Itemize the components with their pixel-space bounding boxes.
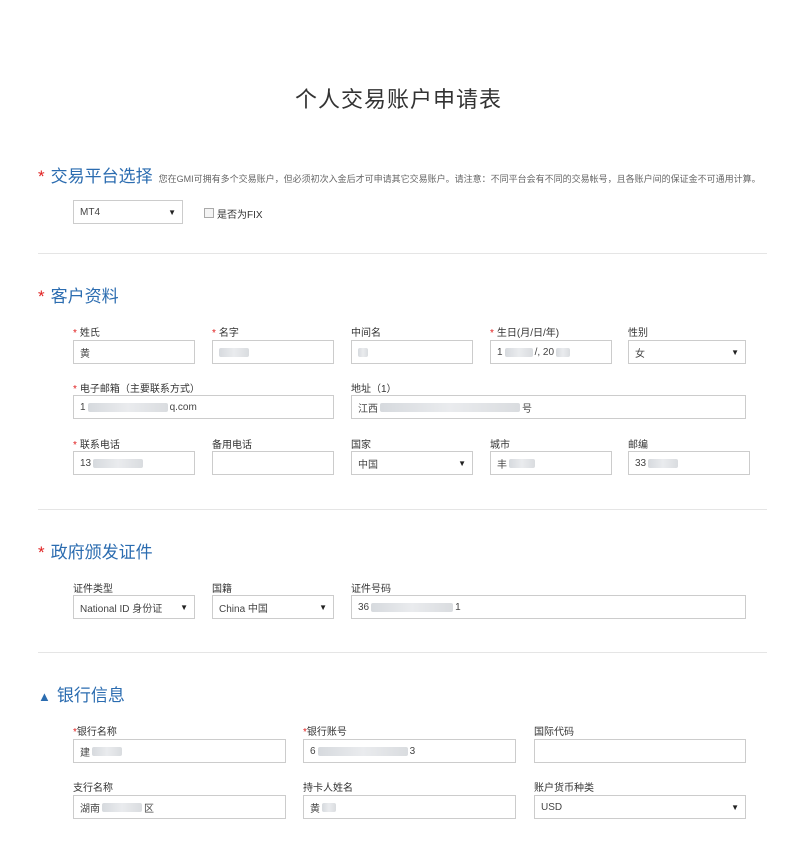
- id-number-label: 证件号码: [351, 584, 391, 595]
- customer-section-heading: * 客户资料: [38, 282, 119, 307]
- middle-name-field[interactable]: [351, 340, 473, 364]
- chevron-down-icon: ▼: [319, 602, 327, 612]
- bank-account-field[interactable]: 63: [303, 739, 516, 763]
- birthday-label: * 生日(月/日/年): [490, 328, 560, 339]
- nationality-select[interactable]: China 中国 ▼: [212, 595, 334, 619]
- zip-field[interactable]: 33: [628, 451, 750, 475]
- holder-label: 持卡人姓名: [303, 783, 353, 794]
- city-field[interactable]: 丰: [490, 451, 612, 475]
- platform-select[interactable]: MT4 ▼: [73, 200, 183, 224]
- intl-code-field[interactable]: [534, 739, 746, 763]
- middle-name-label: 中间名: [351, 328, 381, 339]
- gender-label: 性别: [628, 328, 648, 339]
- branch-label: 支行名称: [73, 783, 113, 794]
- currency-select[interactable]: USD ▼: [534, 795, 746, 819]
- id-number-field[interactable]: 36 1: [351, 595, 746, 619]
- chevron-down-icon: ▼: [731, 802, 739, 812]
- id-type-label: 证件类型: [73, 584, 113, 595]
- city-label: 城市: [490, 440, 510, 451]
- collapse-triangle-icon[interactable]: ▲: [38, 689, 51, 704]
- fix-checkbox-label: 是否为FIX: [217, 210, 263, 221]
- first-name-label: * 名字: [212, 328, 239, 339]
- phone-label: * 联系电话: [73, 440, 120, 451]
- chevron-down-icon: ▼: [180, 602, 188, 612]
- branch-field[interactable]: 湖南区: [73, 795, 286, 819]
- email-field[interactable]: 1 q.com: [73, 395, 334, 419]
- id-type-select[interactable]: National ID 身份证 ▼: [73, 595, 195, 619]
- divider: [38, 253, 767, 254]
- required-marker: *: [38, 167, 45, 186]
- chevron-down-icon: ▼: [458, 458, 466, 468]
- fix-checkbox[interactable]: [204, 208, 214, 218]
- bank-name-field[interactable]: 建: [73, 739, 286, 763]
- chevron-down-icon: ▼: [731, 347, 739, 357]
- alt-phone-label: 备用电话: [212, 440, 252, 451]
- email-label: * 电子邮箱（主要联系方式）: [73, 384, 200, 395]
- first-name-field[interactable]: [212, 340, 334, 364]
- address-field[interactable]: 江西号: [351, 395, 746, 419]
- last-name-field[interactable]: 黄: [73, 340, 195, 364]
- bank-section-heading[interactable]: ▲ 银行信息: [38, 681, 125, 706]
- country-select[interactable]: 中国 ▼: [351, 451, 473, 475]
- divider: [38, 652, 767, 653]
- birthday-field[interactable]: 1/, 20: [490, 340, 612, 364]
- last-name-label: * 姓氏: [73, 328, 100, 339]
- divider: [38, 509, 767, 510]
- nationality-label: 国籍: [212, 584, 232, 595]
- required-marker: *: [38, 543, 45, 562]
- customer-heading-text: 客户资料: [50, 287, 119, 306]
- phone-field[interactable]: 13: [73, 451, 195, 475]
- bank-name-label: *银行名称: [73, 727, 117, 738]
- bank-account-label: *银行账号: [303, 727, 347, 738]
- intl-code-label: 国际代码: [534, 727, 574, 738]
- platform-note: 您在GMI可拥有多个交易账户，但必须初次入金后才可申请其它交易账户。请注意：不同…: [158, 174, 761, 184]
- government-id-heading-text: 政府颁发证件: [50, 543, 153, 562]
- bank-heading-text: 银行信息: [56, 686, 125, 705]
- platform-section-heading: * 交易平台选择 您在GMI可拥有多个交易账户，但必须初次入金后才可申请其它交易…: [38, 162, 761, 187]
- platform-select-value: MT4: [80, 206, 100, 218]
- zip-label: 邮编: [628, 440, 648, 451]
- page-title: 个人交易账户申请表: [294, 87, 502, 112]
- government-id-section-heading: * 政府颁发证件: [38, 538, 153, 563]
- address-label: 地址（1）: [351, 384, 397, 395]
- chevron-down-icon: ▼: [168, 207, 176, 217]
- platform-heading-text: 交易平台选择: [50, 167, 153, 186]
- holder-field[interactable]: 黄: [303, 795, 516, 819]
- country-label: 国家: [351, 440, 371, 451]
- alt-phone-field[interactable]: [212, 451, 334, 475]
- currency-label: 账户货币种类: [534, 783, 594, 794]
- gender-select[interactable]: 女 ▼: [628, 340, 746, 364]
- required-marker: *: [38, 287, 45, 306]
